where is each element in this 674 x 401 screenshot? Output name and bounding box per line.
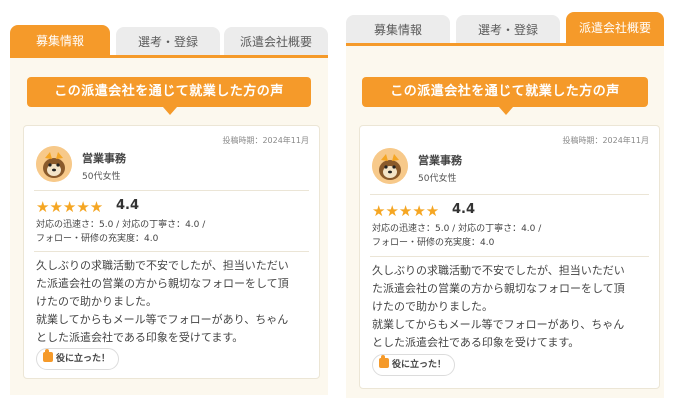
- review-line: 久しぶりの求職活動で不安でしたが、担当いただい: [372, 264, 625, 277]
- review-line: けたので助かりました。: [36, 295, 157, 308]
- post-date: 投稿時期：2024年11月: [562, 136, 649, 145]
- voice-banner: この派遣会社を通じて就業した方の声: [27, 77, 311, 107]
- thumbs-up-icon: [43, 349, 53, 362]
- review-line: 就業してからもメール等でフォローがあり、ちゃん: [36, 313, 289, 326]
- tab-agency-overview[interactable]: 派遣会社概要: [224, 27, 328, 57]
- divider: [34, 190, 309, 191]
- rating-score: 4.4: [116, 198, 140, 213]
- voice-banner: この派遣会社を通じて就業した方の声: [362, 77, 648, 107]
- reviewer-profile: 50代女性: [418, 174, 457, 184]
- tab-selection-registration[interactable]: 選考・登録: [116, 27, 220, 57]
- review-line: けたので助かりました。: [372, 300, 493, 313]
- tab-selection-registration[interactable]: 選考・登録: [456, 15, 560, 45]
- divider: [370, 256, 649, 257]
- review-line: とした派遣会社である印象を受けてます。: [36, 331, 244, 344]
- review-line: た派遣会社の営業の方から親切なフォローをして頂: [36, 277, 289, 290]
- star-rating: ★★★★★: [372, 202, 440, 220]
- review-line: とした派遣会社である印象を受けてます。: [372, 336, 580, 349]
- rating-details: 対応の迅速さ：5.0 / 対応の丁寧さ：4.0 / フォロー・研修の充実度：4.…: [36, 218, 281, 246]
- banner-tail: [163, 107, 177, 115]
- rating-details-line2: フォロー・研修の充実度：4.0: [372, 238, 495, 248]
- dog-avatar-icon: [372, 148, 408, 184]
- rating-details-line1: 対応の迅速さ：5.0 / 対応の丁寧さ：4.0 /: [372, 224, 542, 234]
- post-date: 投稿時期：2024年11月: [222, 136, 309, 145]
- thumbs-up-icon: [379, 355, 389, 368]
- tab-agency-overview[interactable]: 派遣会社概要: [566, 12, 664, 45]
- helpful-button[interactable]: 役に立った！: [36, 348, 120, 370]
- reviewer-job: 営業事務: [418, 154, 462, 167]
- divider: [34, 251, 309, 252]
- right-panel: 募集情報 選考・登録 派遣会社概要 この派遣会社を通じて就業した方の声 投稿時期…: [346, 0, 664, 398]
- review-text: 久しぶりの求職活動で不安でしたが、担当いただい た派遣会社の営業の方から親切なフ…: [372, 262, 625, 352]
- helpful-button[interactable]: 役に立った！: [372, 354, 456, 376]
- rating-score: 4.4: [452, 202, 476, 217]
- tab-bar: 募集情報 選考・登録 派遣会社概要: [10, 0, 328, 58]
- avatar: [372, 148, 408, 184]
- rating-details-line1: 対応の迅速さ：5.0 / 対応の丁寧さ：4.0 /: [36, 220, 206, 230]
- reviewer-profile: 50代女性: [82, 172, 121, 182]
- helpful-label: 役に立った！: [392, 360, 447, 370]
- tab-recruitment-info[interactable]: 募集情報: [10, 25, 110, 58]
- helpful-label: 役に立った！: [56, 354, 111, 364]
- rating-details-line2: フォロー・研修の充実度：4.0: [36, 234, 159, 244]
- reviewer-job: 営業事務: [82, 152, 126, 165]
- tab-recruitment-info[interactable]: 募集情報: [346, 15, 450, 45]
- divider: [370, 194, 649, 195]
- star-rating: ★★★★★: [36, 198, 104, 216]
- review-line: 久しぶりの求職活動で不安でしたが、担当いただい: [36, 259, 289, 272]
- banner-tail: [499, 107, 513, 115]
- review-card: 投稿時期：2024年11月 営業事務 50代女性 ★★★★★ 4.4 対応の迅速…: [359, 125, 660, 389]
- review-text: 久しぶりの求職活動で不安でしたが、担当いただい た派遣会社の営業の方から親切なフ…: [36, 257, 289, 347]
- dog-avatar-icon: [36, 146, 72, 182]
- avatar: [36, 146, 72, 182]
- review-card: 投稿時期：2024年11月 営業事務 50代女性 ★★★★★ 4.4 対応の迅速…: [23, 125, 320, 379]
- rating-details: 対応の迅速さ：5.0 / 対応の丁寧さ：4.0 / フォロー・研修の充実度：4.…: [372, 222, 617, 250]
- review-line: 就業してからもメール等でフォローがあり、ちゃん: [372, 318, 625, 331]
- review-line: た派遣会社の営業の方から親切なフォローをして頂: [372, 282, 625, 295]
- left-panel: 募集情報 選考・登録 派遣会社概要 この派遣会社を通じて就業した方の声 投稿時期…: [10, 0, 328, 395]
